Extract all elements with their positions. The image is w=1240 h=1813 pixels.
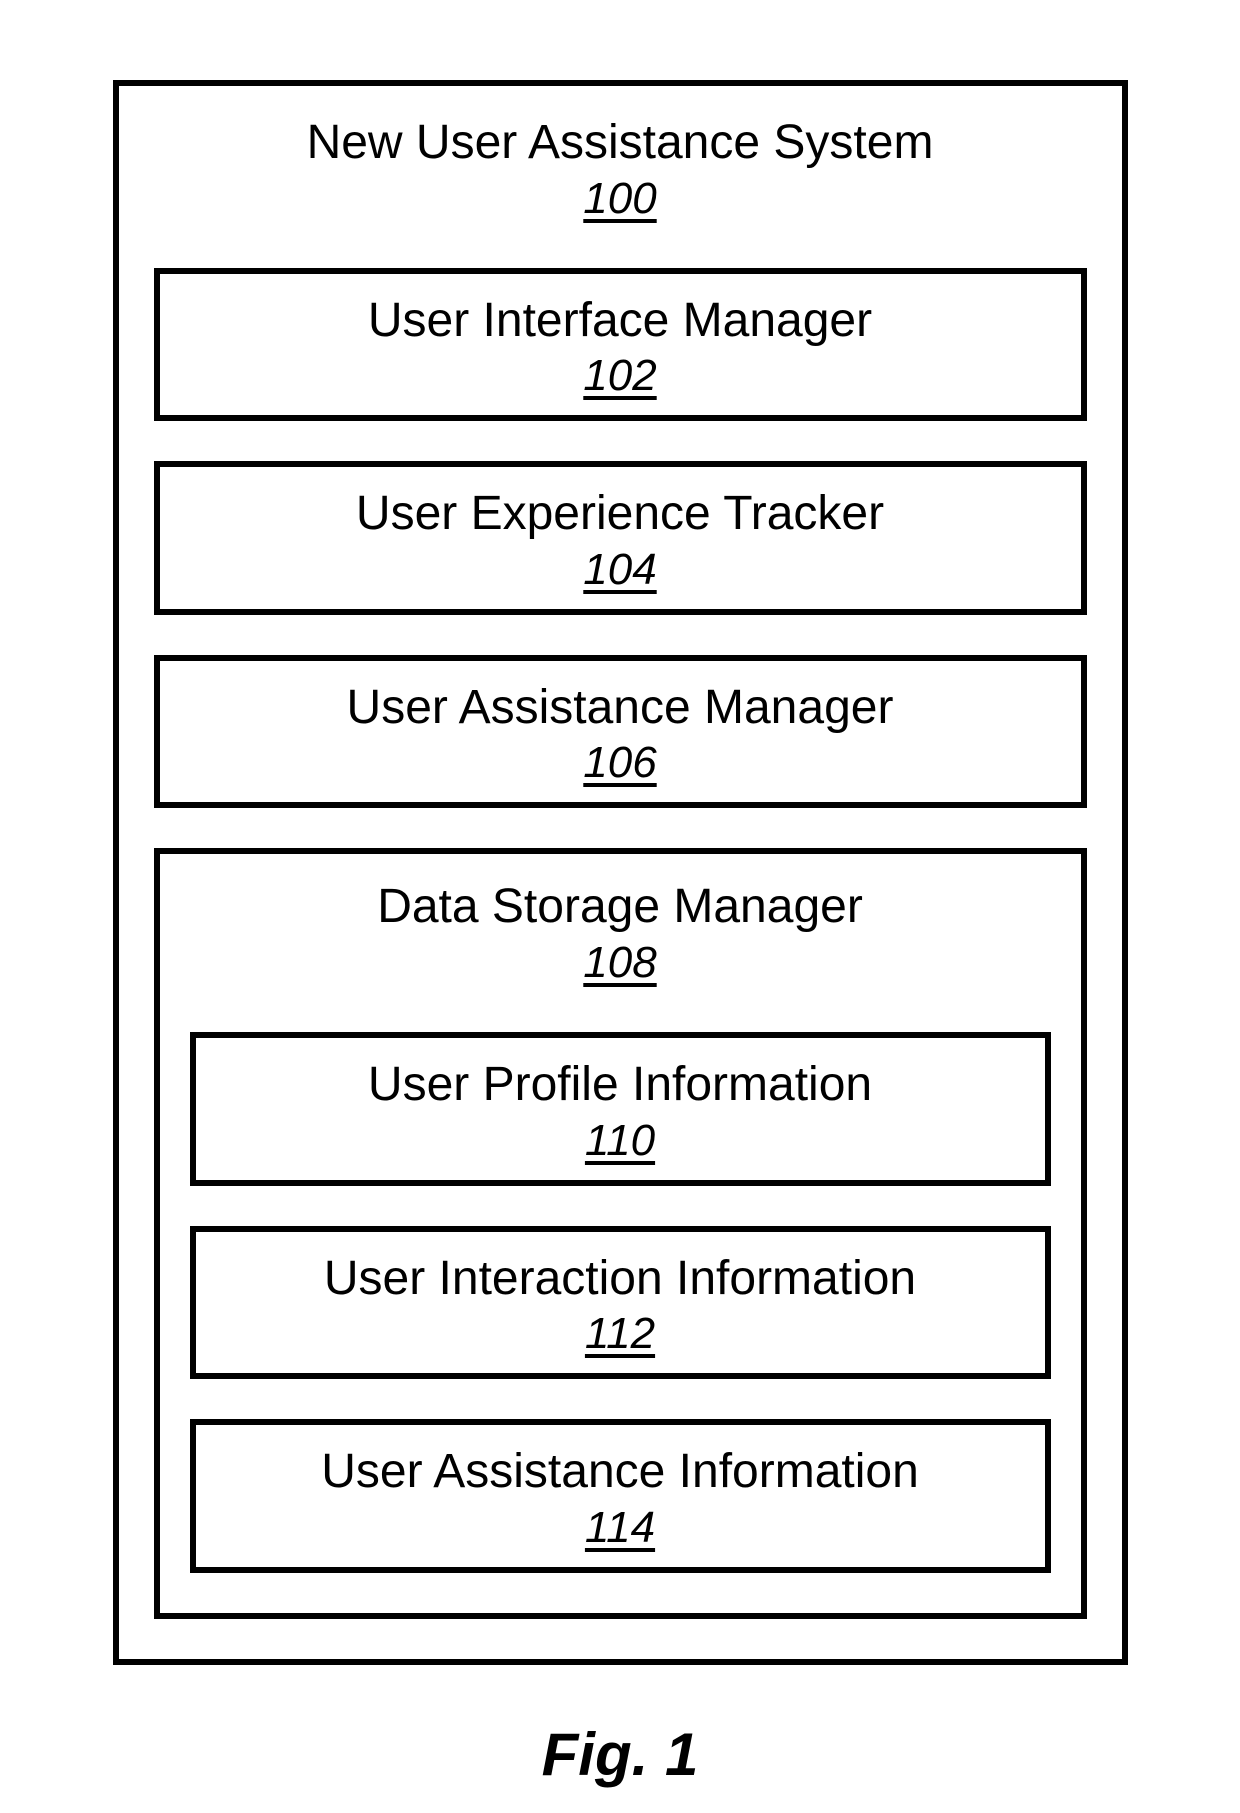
module-title: User Assistance Manager [170,679,1071,737]
data-storage-container: Data Storage Manager 108 User Profile In… [154,848,1087,1618]
system-title: New User Assistance System [307,114,934,172]
item-title: User Interaction Information [206,1250,1035,1308]
module-refnum: 106 [583,738,656,788]
module-title: User Experience Tracker [170,485,1071,543]
module-title: User Interface Manager [170,292,1071,350]
data-storage-item: User Assistance Information 114 [190,1419,1051,1573]
data-storage-item: User Profile Information 110 [190,1032,1051,1186]
module-box: User Experience Tracker 104 [154,461,1087,615]
system-refnum: 100 [583,174,656,224]
module-refnum: 102 [583,351,656,401]
data-storage-refnum: 108 [583,938,656,988]
item-refnum: 112 [585,1309,655,1359]
system-header: New User Assistance System 100 [307,106,934,228]
item-refnum: 110 [585,1116,655,1166]
figure-caption: Fig. 1 [542,1720,699,1789]
system-container: New User Assistance System 100 User Inte… [113,80,1128,1665]
item-title: User Assistance Information [206,1443,1035,1501]
item-refnum: 114 [585,1503,655,1553]
data-storage-header: Data Storage Manager 108 [377,874,863,992]
module-box: User Assistance Manager 106 [154,655,1087,809]
data-storage-item: User Interaction Information 112 [190,1226,1051,1380]
data-storage-title: Data Storage Manager [377,878,863,936]
item-title: User Profile Information [206,1056,1035,1114]
module-box: User Interface Manager 102 [154,268,1087,422]
module-refnum: 104 [583,545,656,595]
